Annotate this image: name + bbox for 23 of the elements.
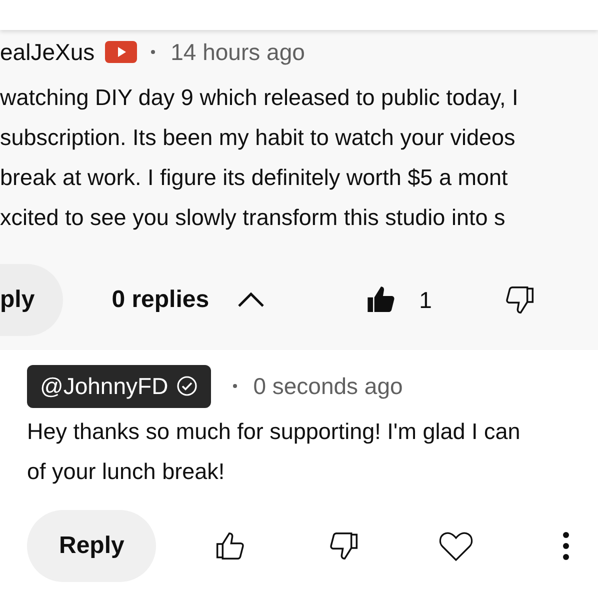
- more-icon[interactable]: [562, 531, 570, 561]
- separator-dot: [233, 384, 238, 388]
- caret-icon[interactable]: [237, 292, 266, 308]
- separator-dot: [150, 50, 155, 54]
- reply-text-line: Hey thanks so much for supporting! I'm glad I can: [27, 418, 522, 446]
- dislike-icon[interactable]: [504, 284, 536, 316]
- comment-text-line: break at work. I figure its definitely worth $5 a mont: [0, 164, 509, 192]
- reply-text-line: of your lunch break!: [27, 458, 226, 486]
- author-badge[interactable]: @JohnnyFD: [27, 364, 212, 408]
- comment-time: 14 hours ago: [170, 38, 305, 66]
- dislike-icon[interactable]: [328, 530, 360, 562]
- reply-button[interactable]: ply: [0, 264, 63, 336]
- reply-time: 0 seconds ago: [253, 372, 403, 400]
- like-icon[interactable]: [214, 530, 246, 562]
- comment-text-line: xcited to see you slowly transform this studio into s: [0, 204, 506, 232]
- play-badge-icon: [104, 41, 137, 63]
- heart-icon[interactable]: [438, 529, 474, 563]
- comment-text-line: watching DIY day 9 which released to public today, I: [0, 84, 520, 112]
- reply-button[interactable]: Reply: [27, 510, 156, 582]
- replies-toggle[interactable]: 0 replies: [112, 286, 210, 314]
- comment-text-line: subscription. Its been my habit to watch your videos: [0, 124, 516, 152]
- like-count: 1: [419, 286, 432, 314]
- author-name[interactable]: ealJeXus: [0, 38, 95, 66]
